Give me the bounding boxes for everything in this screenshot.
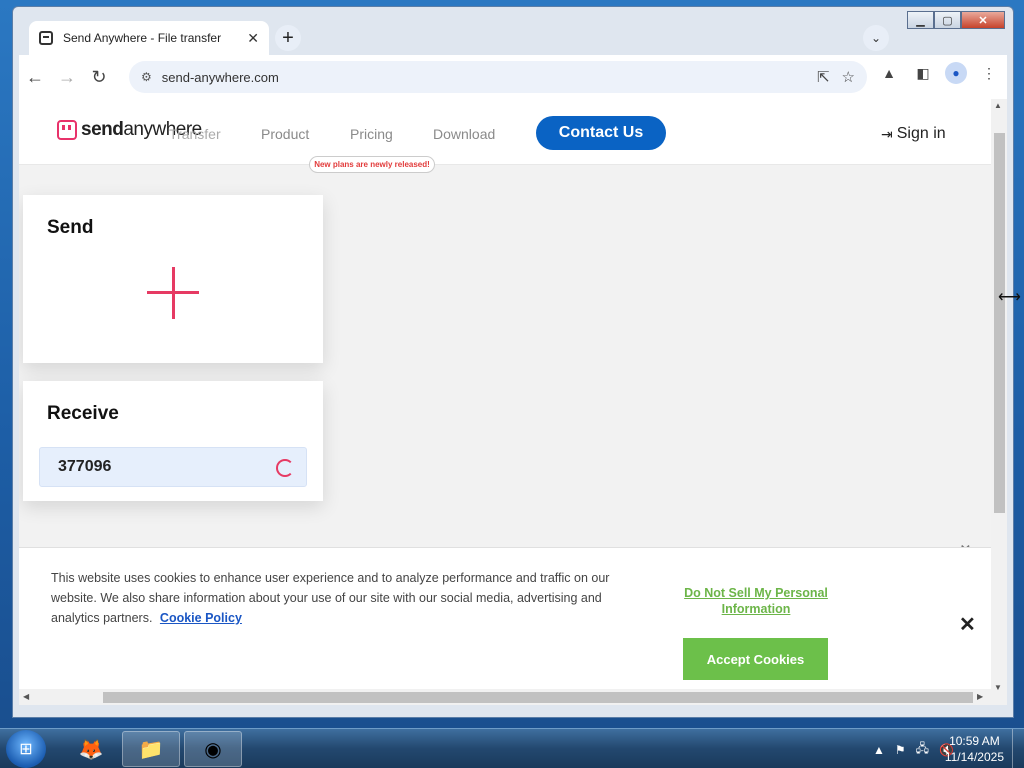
sign-in-icon: ⇥ — [881, 125, 893, 142]
resize-cursor-icon: ⟷ — [998, 289, 1021, 306]
horizontal-scrollbar[interactable]: ◀ ▶ — [19, 689, 991, 705]
vertical-scrollbar[interactable]: ▲ ▼ — [991, 99, 1007, 705]
sign-in-link[interactable]: ⇥ Sign in — [881, 125, 946, 143]
send-card[interactable]: Send — [23, 195, 323, 363]
scroll-down-arrow-icon[interactable]: ▼ — [994, 683, 1002, 692]
profile-avatar-icon[interactable]: ● — [945, 62, 967, 84]
nav-transfer[interactable]: Transfer — [169, 126, 221, 142]
new-tab-button[interactable]: + — [275, 25, 301, 51]
forward-arrow-icon[interactable]: → — [51, 61, 83, 93]
browser-toolbar: ← → ↻ ⚙ send-anywhere.com ⇱ ☆ ▲ ◧ ● ⋮ — [19, 55, 1007, 99]
cookie-text: This website uses cookies to enhance use… — [51, 568, 651, 628]
cookie-message: This website uses cookies to enhance use… — [51, 571, 610, 625]
site-header: send anywhere Transfer Product Pricing D… — [19, 99, 991, 173]
back-arrow-icon[interactable]: ← — [19, 61, 51, 93]
tab-send-anywhere[interactable]: Send Anywhere - File transfer ✕ — [29, 21, 269, 55]
toolbar-right: ▲ ◧ ● ⋮ — [877, 61, 1001, 85]
receive-code-value[interactable]: 377096 — [58, 458, 111, 476]
page-viewport: send anywhere Transfer Product Pricing D… — [19, 99, 1007, 705]
taskbar-app-icon[interactable]: 🦊 — [62, 731, 120, 767]
labs-flask-icon[interactable]: ▲ — [877, 61, 901, 85]
menu-kebab-icon[interactable]: ⋮ — [977, 61, 1001, 85]
horizontal-scroll-thumb[interactable] — [103, 692, 973, 703]
new-plans-badge[interactable]: New plans are newly released! — [309, 156, 435, 173]
clock-time: 10:59 AM — [949, 734, 1000, 748]
taskbar-clock[interactable]: 10:59 AM 11/14/2025 — [945, 733, 1004, 765]
tab-strip: Send Anywhere - File transfer ✕ + ⌄ — [19, 21, 1007, 55]
nav-product[interactable]: Product — [261, 126, 309, 142]
scroll-up-arrow-icon[interactable]: ▲ — [994, 101, 1002, 110]
network-icon[interactable]: 🖧 — [916, 739, 929, 760]
start-button[interactable]: ⊞ — [6, 730, 46, 768]
loading-spinner-icon — [276, 459, 294, 477]
bookmark-star-icon[interactable]: ☆ — [842, 68, 855, 86]
action-center-flag-icon[interactable]: ⚑ — [895, 743, 906, 757]
show-desktop-button[interactable] — [1012, 729, 1024, 768]
reload-icon[interactable]: ↻ — [83, 61, 115, 93]
receive-title: Receive — [47, 403, 119, 424]
cookie-banner: This website uses cookies to enhance use… — [19, 547, 991, 689]
site-info-icon[interactable]: ⚙ — [141, 70, 152, 84]
scroll-left-arrow-icon[interactable]: ◀ — [23, 692, 29, 701]
tab-close-icon[interactable]: ✕ — [247, 30, 259, 47]
nav-pricing[interactable]: Pricing — [350, 126, 393, 142]
tab-search-chevron-icon[interactable]: ⌄ — [863, 25, 889, 51]
taskbar-explorer-icon[interactable]: 📁 — [122, 731, 180, 767]
logo-send-text: send — [81, 119, 124, 140]
share-icon[interactable]: ⇱ — [817, 68, 830, 86]
taskbar-chrome-icon[interactable]: ◉ — [184, 731, 242, 767]
nav-download[interactable]: Download — [433, 126, 495, 142]
receive-code-input[interactable]: 377096 — [39, 447, 307, 487]
address-bar[interactable]: ⚙ send-anywhere.com ⇱ ☆ — [129, 61, 867, 93]
url-text[interactable]: send-anywhere.com — [162, 70, 805, 85]
system-tray: ▲ ⚑ 🖧 🔇 — [873, 739, 954, 760]
plus-horizontal-bar — [147, 291, 199, 294]
logo-mark-icon — [57, 120, 77, 140]
contact-us-button[interactable]: Contact Us — [536, 116, 666, 150]
do-not-sell-link[interactable]: Do Not Sell My Personal Information — [681, 585, 831, 617]
vertical-scroll-thumb[interactable] — [994, 133, 1005, 513]
tray-expand-icon[interactable]: ▲ — [873, 743, 885, 757]
send-anywhere-favicon-icon — [39, 31, 53, 45]
cookie-close-icon[interactable]: ✕ — [959, 612, 976, 637]
clock-date: 11/14/2025 — [944, 750, 1004, 764]
tab-title: Send Anywhere - File transfer — [63, 31, 222, 45]
side-panel-icon[interactable]: ◧ — [911, 61, 935, 85]
receive-card: Receive 377096 — [23, 381, 323, 501]
sign-in-label: Sign in — [896, 125, 946, 142]
cookie-policy-link[interactable]: Cookie Policy — [160, 611, 242, 625]
accept-cookies-button[interactable]: Accept Cookies — [683, 638, 828, 680]
browser-window: ▁ ▢ ✕ Send Anywhere - File transfer ✕ + … — [12, 6, 1014, 718]
taskbar: ⊞ 🦊 📁 ◉ ▲ ⚑ 🖧 🔇 10:59 AM 11/14/2025 — [0, 728, 1024, 768]
scroll-right-arrow-icon[interactable]: ▶ — [977, 692, 983, 701]
send-title: Send — [47, 217, 94, 238]
